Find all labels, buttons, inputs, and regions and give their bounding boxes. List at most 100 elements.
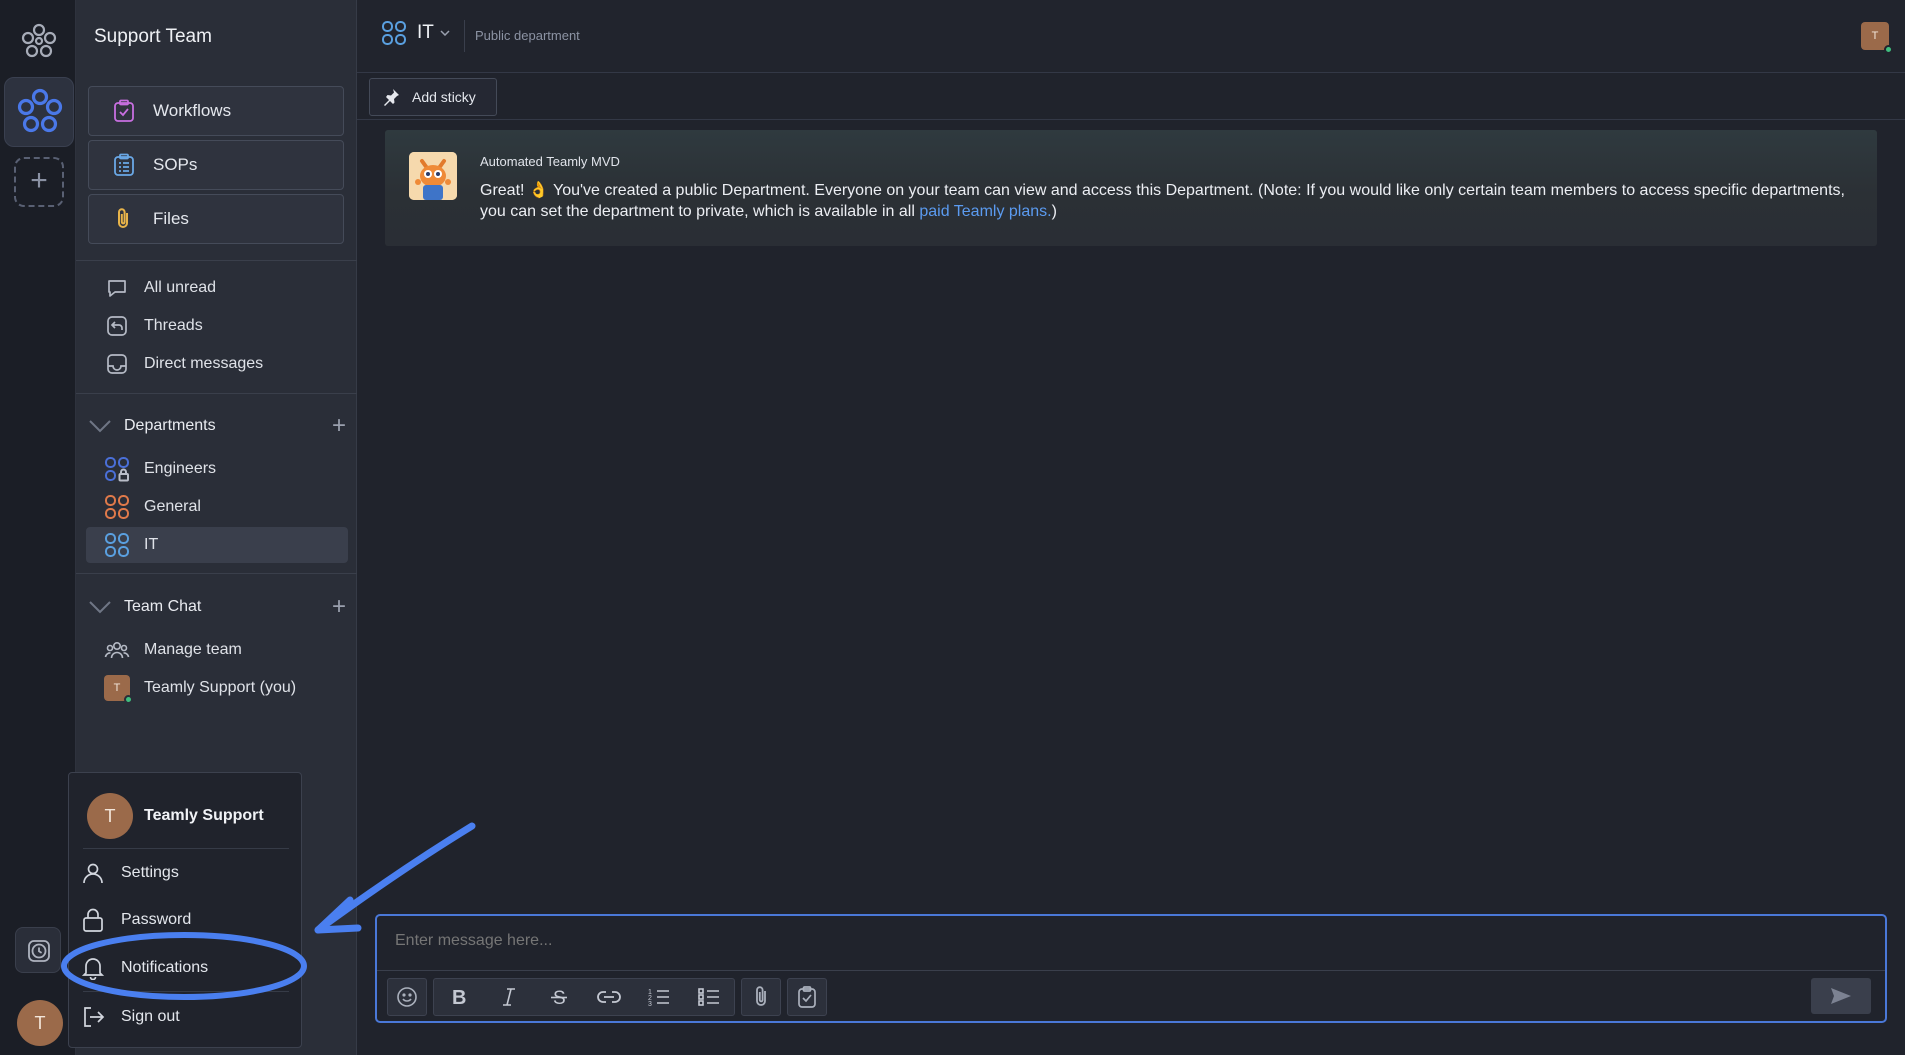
teamly-logo-icon[interactable] [20, 22, 58, 60]
chevron-down-icon [89, 420, 111, 433]
divider [464, 20, 465, 52]
ordered-list-icon: 123 [648, 989, 669, 1007]
strikethrough-button[interactable]: S [534, 978, 584, 1016]
department-general[interactable]: General [104, 491, 344, 523]
team-name[interactable]: Support Team [94, 26, 212, 48]
divider [76, 573, 357, 574]
menu-item-password[interactable]: Password [81, 903, 291, 937]
department-it[interactable]: IT [86, 527, 348, 563]
team-icon [104, 642, 130, 659]
svg-text:B: B [452, 987, 466, 1007]
department-icon [105, 533, 129, 557]
user-avatar-button[interactable]: T [17, 1000, 63, 1046]
team-chat-section-header[interactable]: Team Chat + [86, 592, 348, 622]
italic-icon [503, 988, 515, 1006]
attach-file-button[interactable] [741, 978, 781, 1016]
workflows-button[interactable]: Workflows [88, 86, 344, 136]
paperclip-icon [118, 208, 128, 228]
menu-item-notifications-label: Notifications [121, 959, 209, 976]
clock-icon [28, 940, 50, 962]
divider [83, 991, 289, 992]
menu-item-sign-out-label: Sign out [121, 1008, 180, 1025]
sops-label: SOPs [153, 155, 198, 174]
add-department-button[interactable]: + [332, 412, 346, 440]
channel-header: IT Public department T [357, 0, 1905, 73]
emoji-button[interactable] [387, 978, 427, 1016]
menu-item-settings-label: Settings [121, 864, 179, 881]
chat-bubble-icon [108, 280, 126, 297]
dm-teamly-support[interactable]: T Teamly Support (you) [104, 672, 344, 704]
pin-icon [384, 89, 399, 106]
bot-avatar[interactable] [409, 152, 457, 200]
send-button[interactable] [1811, 978, 1871, 1014]
lock-icon [83, 908, 103, 932]
strikethrough-icon: S [551, 988, 567, 1007]
menu-item-notifications[interactable]: Notifications [81, 951, 291, 985]
department-title: IT [417, 22, 434, 43]
message-input[interactable] [395, 932, 1395, 950]
paid-plans-link[interactable]: paid Teamly plans. [919, 203, 1051, 220]
manage-team-label: Manage team [144, 641, 242, 658]
user-menu: T Teamly Support Settings Password Notif… [68, 772, 302, 1048]
workspace-rail: + T [0, 0, 76, 1055]
bell-icon [82, 958, 104, 980]
department-icon [382, 21, 406, 45]
nav-threads[interactable]: Threads [104, 310, 344, 342]
bold-icon: B [452, 987, 466, 1007]
divider [83, 848, 289, 849]
manage-team[interactable]: Manage team [104, 634, 344, 666]
inbox-icon [107, 354, 127, 374]
workflows-label: Workflows [153, 101, 232, 120]
departments-title: Departments [124, 417, 216, 434]
department-engineers[interactable]: Engineers [104, 453, 344, 485]
department-visibility: Public department [475, 28, 580, 43]
department-icon [105, 495, 129, 519]
threads-icon [107, 316, 127, 336]
departments-section-header[interactable]: Departments + [86, 411, 348, 441]
message-composer: B S 123 [375, 914, 1887, 1023]
add-sticky-button[interactable]: Add sticky [369, 78, 497, 116]
department-switcher[interactable]: IT [381, 20, 450, 46]
sign-out-icon [84, 1007, 105, 1027]
ordered-list-button[interactable]: 123 [634, 978, 684, 1016]
nav-threads-label: Threads [144, 317, 203, 334]
menu-item-settings[interactable]: Settings [81, 856, 291, 890]
workflow-icon [114, 99, 134, 122]
files-button[interactable]: Files [88, 194, 344, 244]
department-general-label: General [144, 498, 201, 515]
message-author[interactable]: Automated Teamly MVD [480, 154, 620, 169]
chevron-down-icon [89, 601, 111, 614]
history-button[interactable] [15, 927, 61, 973]
user-menu-header: T Teamly Support [87, 793, 264, 839]
add-chat-button[interactable]: + [332, 593, 346, 621]
department-engineers-label: Engineers [144, 460, 217, 477]
sop-icon [114, 153, 134, 176]
sops-button[interactable]: SOPs [88, 140, 344, 190]
message: Automated Teamly MVD Great! 👌 You've cre… [385, 130, 1877, 246]
divider [377, 970, 1885, 971]
nav-direct-messages[interactable]: Direct messages [104, 348, 344, 380]
menu-item-sign-out[interactable]: Sign out [81, 1000, 291, 1034]
italic-button[interactable] [484, 978, 534, 1016]
mascot-icon [409, 152, 457, 200]
add-workspace-button[interactable]: + [14, 157, 64, 207]
add-task-button[interactable] [787, 978, 827, 1016]
user-icon [83, 863, 103, 884]
bold-button[interactable]: B [434, 978, 484, 1016]
format-toolbar: B S 123 [433, 978, 735, 1016]
menu-item-password-label: Password [121, 911, 192, 928]
department-private-icon [105, 457, 129, 482]
chevron-down-icon [440, 30, 450, 36]
bullet-list-button[interactable] [684, 978, 734, 1016]
team-chat-title: Team Chat [124, 598, 202, 615]
divider [76, 393, 357, 394]
link-icon [597, 991, 621, 1003]
add-sticky-label: Add sticky [412, 89, 476, 105]
avatar: T [87, 793, 133, 839]
workspace-support-team[interactable] [4, 77, 74, 147]
member-avatar[interactable]: T [1861, 22, 1893, 54]
nav-all-unread[interactable]: All unread [104, 272, 344, 304]
paperclip-icon [756, 986, 766, 1006]
link-button[interactable] [584, 978, 634, 1016]
emoji-icon [397, 987, 417, 1007]
